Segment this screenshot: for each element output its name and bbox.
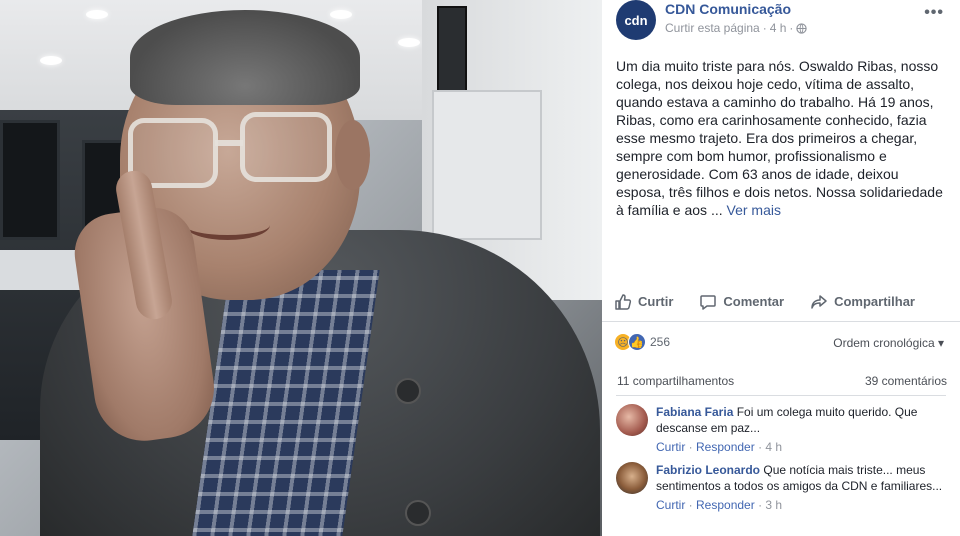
hair [130, 10, 360, 105]
monitor [0, 120, 60, 240]
jacket-button [395, 378, 421, 404]
separator-dot: · [762, 21, 767, 35]
post-side-panel: cdn CDN Comunicação Curtir esta página ·… [602, 0, 960, 536]
see-more-link[interactable]: Ver mais [727, 202, 781, 218]
post-body: Um dia muito triste para nós. Oswaldo Ri… [616, 58, 943, 218]
commenter-avatar[interactable] [616, 462, 648, 494]
comment-reply-link[interactable]: Responder [696, 440, 755, 454]
like-page-link[interactable]: Curtir esta página [665, 21, 760, 35]
more-options-icon[interactable]: ••• [924, 4, 944, 22]
like-reaction-icon: 👍 [628, 333, 646, 351]
avatar-text: cdn [624, 12, 648, 28]
comment-reply-link[interactable]: Responder [696, 498, 755, 512]
page-name[interactable]: CDN Comunicação [665, 1, 791, 17]
jacket-button [405, 500, 431, 526]
like-button[interactable]: Curtir [614, 293, 673, 311]
commenter-name[interactable]: Fabiana Faria [656, 405, 733, 419]
comment-order-dropdown[interactable]: Ordem cronológica ▾ [833, 336, 944, 350]
comment-button[interactable]: Comentar [699, 293, 784, 311]
post-stats: 11 compartilhamentos 39 comentários [617, 374, 947, 388]
comment-meta: Curtir · Responder · 3 h [656, 498, 783, 512]
share-button[interactable]: Compartilhar [810, 293, 915, 311]
comment-time[interactable]: 4 h [765, 440, 782, 454]
comment-body: Fabiana Faria Foi um colega muito querid… [656, 404, 946, 436]
post-actions: Curtir Comentar Compartilhar [602, 282, 960, 322]
comment-meta: Curtir · Responder · 4 h [656, 440, 783, 454]
comment-item: Fabiana Faria Foi um colega muito querid… [616, 404, 946, 454]
office-shelf [432, 90, 542, 240]
post-time[interactable]: 4 h [770, 21, 787, 35]
like-label: Curtir [638, 294, 674, 309]
comment-like-link[interactable]: Curtir [656, 440, 685, 454]
glasses-bridge [215, 140, 243, 146]
post-meta: Curtir esta página · 4 h · [665, 21, 808, 35]
comments-count[interactable]: 39 comentários [865, 374, 947, 388]
commenter-name[interactable]: Fabrizio Leonardo [656, 463, 760, 477]
caret-down-icon: ▾ [937, 336, 944, 350]
ceiling-light [86, 10, 108, 19]
share-icon [811, 294, 827, 309]
page-avatar[interactable]: cdn [616, 0, 656, 40]
smile [185, 210, 270, 240]
post-header: cdn CDN Comunicação Curtir esta página ·… [602, 0, 960, 50]
reactions-count: 256 [650, 335, 671, 349]
share-label: Compartilhar [834, 294, 915, 309]
comment-body: Fabrizio Leonardo Que notícia mais trist… [656, 462, 946, 494]
ceiling-light [330, 10, 352, 19]
ceiling-light [398, 38, 420, 47]
ear [335, 120, 370, 190]
order-label: Ordem cronológica [833, 336, 935, 350]
shares-count[interactable]: 11 compartilhamentos [617, 374, 734, 388]
separator-dot: · [789, 21, 794, 35]
comment-like-link[interactable]: Curtir [656, 498, 685, 512]
comment-item: Fabrizio Leonardo Que notícia mais trist… [616, 462, 946, 512]
post-text: Um dia muito triste para nós. Oswaldo Ri… [616, 57, 951, 219]
glasses-lens [240, 112, 332, 182]
ceiling-light [40, 56, 62, 65]
commenter-avatar[interactable] [616, 404, 648, 436]
comment-label: Comentar [723, 294, 785, 309]
post-photo[interactable] [0, 0, 602, 536]
globe-icon [796, 22, 808, 34]
comment-time[interactable]: 3 h [765, 498, 782, 512]
facebook-photo-viewer: cdn CDN Comunicação Curtir esta página ·… [0, 0, 960, 536]
comment-icon [700, 294, 717, 310]
divider [616, 395, 946, 396]
thumbs-up-icon [615, 293, 632, 310]
reactions-summary[interactable]: ☹ 👍 256 [614, 333, 670, 351]
